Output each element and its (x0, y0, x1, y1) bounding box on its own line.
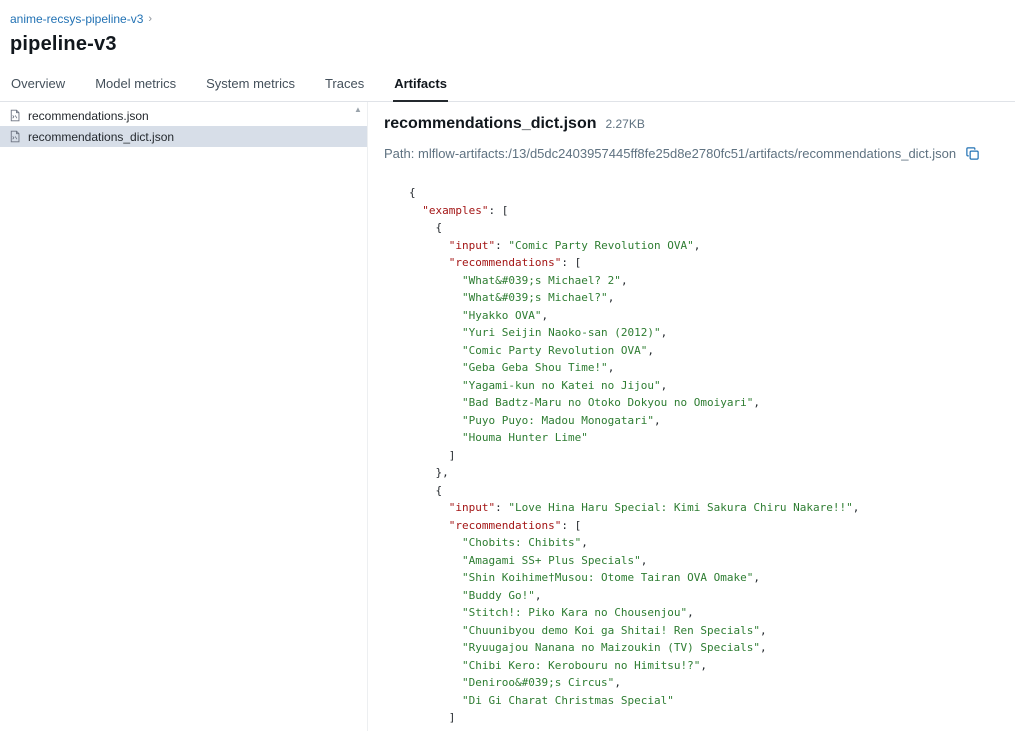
code-line: "Hyakko OVA", (461, 308, 549, 322)
json-file-icon (8, 130, 21, 143)
copy-icon (965, 146, 979, 160)
page-title: pipeline-v3 (10, 33, 117, 55)
code-line: "Deniroo&#039;s Circus", (461, 676, 621, 689)
artifact-path-row: Path: mlflow-artifacts:/13/d5dc240395744… (384, 144, 999, 162)
file-row-recommendations-dict-json[interactable]: recommendations_dict.json (0, 126, 367, 147)
code-line: "Stitch!: Piko Kara no Chousenjou", (461, 606, 694, 619)
copy-path-button[interactable] (963, 144, 981, 162)
path-label: Path: (384, 145, 415, 161)
code-line: "recommendations": [ (448, 256, 582, 269)
code-line: "Amagami SS+ Plus Specials", (461, 553, 648, 567)
artifact-filename: recommendations_dict.json (384, 115, 597, 132)
code-line: "Yagami-kun no Katei no Jijou", (461, 378, 668, 392)
code-line: "Chuunibyou demo Koi ga Shitai! Ren Spec… (461, 623, 767, 637)
code-line: "Shin Koihime†Musou: Otome Tairan OVA Om… (461, 571, 761, 584)
json-code[interactable]: { "examples": [ { "input": "Comic Party … (384, 184, 999, 724)
code-line: "examples": [ (422, 203, 509, 217)
code-line: "Di Gi Charat Christmas Special" (461, 693, 674, 707)
tab-overview[interactable]: Overview (10, 69, 66, 101)
code-line: { (435, 483, 443, 497)
code-line: "recommendations": [ (448, 518, 582, 532)
sidebar-scrollbar[interactable]: ▲ (352, 105, 364, 165)
content-area: recommendations.json recommendations_dict… (0, 102, 1015, 731)
breadcrumb: anime-recsys-pipeline-v3 › (0, 0, 1015, 26)
code-line: "Geba Geba Shou Time!", (461, 361, 615, 374)
code-line: "Yuri Seijin Naoko-san (2012)", (461, 326, 668, 339)
tab-model-metrics[interactable]: Model metrics (94, 69, 177, 101)
code-line: ] (448, 711, 456, 724)
file-name-label: recommendations_dict.json (28, 129, 175, 144)
code-line: "Bad Badtz-Maru no Otoko Dokyou no Omoiy… (461, 396, 761, 409)
code-line: { (435, 221, 443, 234)
code-line: "Comic Party Revolution OVA", (461, 343, 655, 357)
breadcrumb-experiment-link[interactable]: anime-recsys-pipeline-v3 (10, 12, 143, 26)
artifact-path: Path: mlflow-artifacts:/13/d5dc240395744… (384, 146, 956, 161)
path-value: mlflow-artifacts:/13/d5dc2403957445ff8fe… (417, 145, 957, 161)
tab-traces[interactable]: Traces (324, 69, 365, 101)
file-row-recommendations-json[interactable]: recommendations.json (0, 105, 367, 126)
file-name-label: recommendations.json (28, 108, 149, 123)
tab-bar: Overview Model metrics System metrics Trace… (0, 69, 1015, 102)
code-line: { (409, 186, 416, 199)
artifact-header: recommendations_dict.json 2.27KB (384, 115, 999, 133)
code-line: "Houma Hunter Lime" (461, 431, 588, 444)
artifact-viewer: recommendations_dict.json 2.27KB Path: m… (368, 102, 1015, 731)
code-line: "What&#039;s Michael?", (461, 291, 615, 304)
artifact-size: 2.27KB (605, 117, 645, 131)
code-line: "Buddy Go!", (461, 588, 542, 602)
code-line: "Chobits: Chibits", (461, 536, 588, 549)
code-line: ] (448, 448, 456, 462)
tab-system-metrics[interactable]: System metrics (205, 69, 296, 101)
code-line: "Puyo Puyo: Madou Monogatari", (461, 413, 661, 427)
tab-artifacts[interactable]: Artifacts (393, 69, 448, 102)
chevron-right-icon: › (148, 12, 153, 25)
artifact-file-tree: recommendations.json recommendations_dict… (0, 102, 368, 731)
code-line: "What&#039;s Michael? 2", (461, 273, 628, 287)
code-line: "Ryuugajou Nanana no Maizoukin (TV) Spec… (461, 641, 767, 654)
code-line: "Chibi Kero: Kerobouru no Himitsu!?", (461, 658, 708, 672)
scroll-up-arrow-icon: ▲ (354, 105, 362, 114)
json-file-icon (8, 109, 21, 122)
code-line: }, (435, 466, 449, 479)
code-line: "input": "Love Hina Haru Special: Kimi S… (448, 501, 860, 514)
code-line: "input": "Comic Party Revolution OVA", (448, 238, 701, 252)
